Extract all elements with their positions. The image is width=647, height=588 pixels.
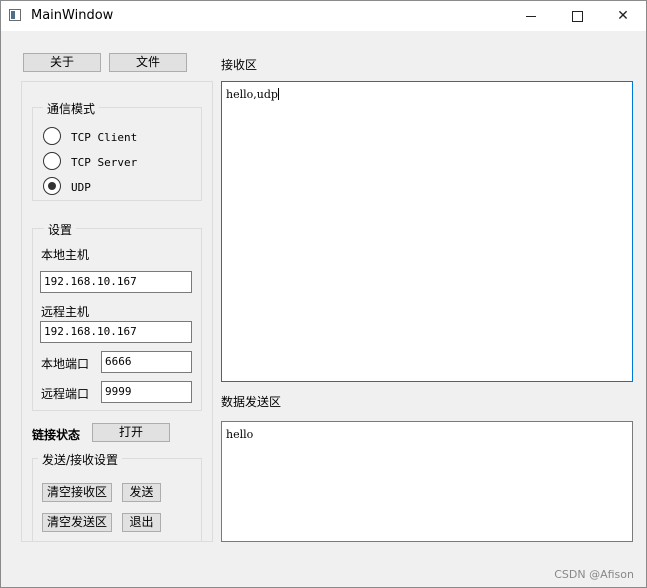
file-button[interactable]: 文件 <box>109 53 187 72</box>
app-window-icon <box>9 9 21 21</box>
local-port-input[interactable]: 6666 <box>101 351 192 373</box>
send-text: hello <box>226 428 254 441</box>
radio-tcp-server-label: TCP Server <box>71 156 138 169</box>
receive-text: hello,udp <box>226 88 278 101</box>
open-button[interactable]: 打开 <box>92 423 170 442</box>
local-host-label: 本地主机 <box>41 248 90 262</box>
local-host-input[interactable]: 192.168.10.167 <box>40 271 192 293</box>
title-bar: MainWindow ✕ <box>1 1 646 31</box>
link-status-label: 链接状态 <box>32 428 81 442</box>
window-title: MainWindow <box>31 8 114 23</box>
close-icon: ✕ <box>617 8 629 24</box>
local-port-label: 本地端口 <box>41 357 90 371</box>
minimize-icon <box>526 15 536 17</box>
radio-udp[interactable] <box>43 177 61 195</box>
radio-udp-label: UDP <box>71 181 91 194</box>
remote-host-input[interactable]: 192.168.10.167 <box>40 321 192 343</box>
main-window: MainWindow ✕ 关于 文件 通信模式 TCP Client TCP S… <box>0 0 647 588</box>
remote-port-input[interactable]: 9999 <box>101 381 192 403</box>
send-area-label: 数据发送区 <box>221 395 282 409</box>
clear-send-button[interactable]: 清空发送区 <box>42 513 112 532</box>
remote-port-label: 远程端口 <box>41 387 90 401</box>
watermark: CSDN @Afison <box>554 568 634 581</box>
send-button[interactable]: 发送 <box>122 483 161 502</box>
maximize-button[interactable] <box>554 1 600 31</box>
about-button[interactable]: 关于 <box>23 53 101 72</box>
comm-mode-title: 通信模式 <box>43 100 100 117</box>
minimize-button[interactable] <box>508 1 554 31</box>
settings-title: 设置 <box>44 221 77 238</box>
radio-tcp-client[interactable] <box>43 127 61 145</box>
radio-tcp-client-label: TCP Client <box>71 131 138 144</box>
remote-host-label: 远程主机 <box>41 305 90 319</box>
maximize-icon <box>571 10 583 22</box>
radio-tcp-server[interactable] <box>43 152 61 170</box>
receive-textarea[interactable]: hello,udp <box>221 81 633 382</box>
receive-area-label: 接收区 <box>221 58 258 72</box>
close-button[interactable]: ✕ <box>600 1 646 31</box>
exit-button[interactable]: 退出 <box>122 513 161 532</box>
send-textarea[interactable]: hello <box>221 421 633 542</box>
send-recv-settings-title: 发送/接收设置 <box>38 451 123 468</box>
clear-receive-button[interactable]: 清空接收区 <box>42 483 112 502</box>
text-caret <box>277 88 279 100</box>
